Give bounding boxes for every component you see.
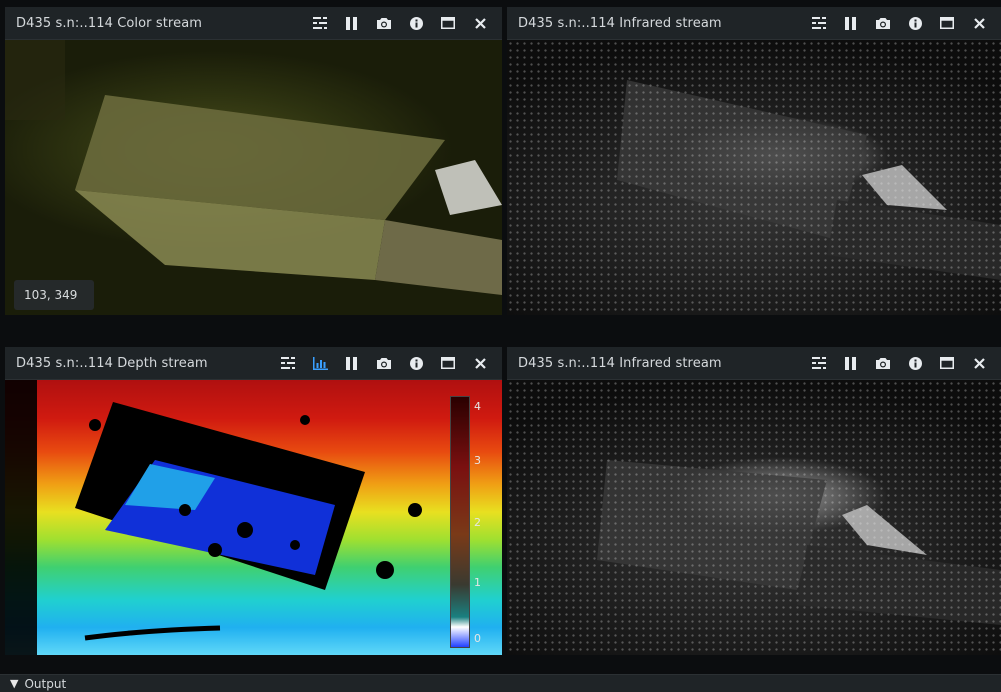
depth-colorbar: 4 3 2 1 0 <box>450 396 498 648</box>
infrared-stream-titlebar-bottom: D435 s.n:..114 Infrared stream <box>507 347 1001 380</box>
options-icon[interactable] <box>304 7 336 39</box>
depth-stream-titlebar: D435 s.n:..114 Depth stream <box>5 347 502 380</box>
colorbar-label: 0 <box>474 632 481 645</box>
depth-stream-panel: D435 s.n:..114 Depth stream 4 3 2 1 0 <box>5 347 502 655</box>
output-panel-header[interactable]: ▼ Output <box>0 674 1001 692</box>
pause-icon[interactable] <box>336 7 368 39</box>
colorbar-label: 3 <box>474 454 481 467</box>
depth-colorbar-gradient <box>450 396 470 648</box>
camera-icon[interactable] <box>368 347 400 379</box>
maximize-icon[interactable] <box>432 347 464 379</box>
info-icon[interactable] <box>400 7 432 39</box>
colorbar-label: 1 <box>474 576 481 589</box>
metadata-chart-icon[interactable] <box>304 347 336 379</box>
infrared-stream-view-bottom[interactable] <box>507 380 1001 655</box>
color-stream-title: D435 s.n:..114 Color stream <box>16 15 203 31</box>
output-label: Output <box>24 676 67 691</box>
options-icon[interactable] <box>803 7 835 39</box>
infrared-stream-panel-bottom: D435 s.n:..114 Infrared stream <box>507 347 1001 655</box>
infrared-stream-titlebar-top: D435 s.n:..114 Infrared stream <box>507 7 1001 40</box>
depth-scene <box>5 380 422 655</box>
maximize-icon[interactable] <box>931 7 963 39</box>
pixel-coordinate-readout: 103, 349 <box>14 280 94 310</box>
infrared-stream-view-top[interactable] <box>507 40 1001 315</box>
options-icon[interactable] <box>803 347 835 379</box>
infrared-stream-title-bottom: D435 s.n:..114 Infrared stream <box>518 355 722 371</box>
colorbar-label: 4 <box>474 400 481 413</box>
options-icon[interactable] <box>272 347 304 379</box>
infrared-dot-pattern <box>507 40 1001 315</box>
color-stream-view[interactable]: 103, 349 <box>5 40 502 315</box>
infrared-stream-title-top: D435 s.n:..114 Infrared stream <box>518 15 722 31</box>
pause-icon[interactable] <box>835 7 867 39</box>
camera-icon[interactable] <box>867 7 899 39</box>
collapse-arrow-icon[interactable]: ▼ <box>10 677 18 690</box>
color-scene <box>5 40 502 295</box>
depth-stream-view[interactable]: 4 3 2 1 0 <box>5 380 502 655</box>
close-icon[interactable] <box>963 347 995 379</box>
info-icon[interactable] <box>899 347 931 379</box>
close-icon[interactable] <box>464 7 496 39</box>
maximize-icon[interactable] <box>432 7 464 39</box>
pause-icon[interactable] <box>835 347 867 379</box>
colorbar-label: 2 <box>474 516 481 529</box>
close-icon[interactable] <box>464 347 496 379</box>
info-icon[interactable] <box>899 7 931 39</box>
close-icon[interactable] <box>963 7 995 39</box>
pause-icon[interactable] <box>336 347 368 379</box>
color-stream-titlebar: D435 s.n:..114 Color stream <box>5 7 502 40</box>
infrared-stream-panel-top: D435 s.n:..114 Infrared stream <box>507 7 1001 315</box>
camera-icon[interactable] <box>867 347 899 379</box>
info-icon[interactable] <box>400 347 432 379</box>
depth-stream-title: D435 s.n:..114 Depth stream <box>16 355 208 371</box>
color-stream-panel: D435 s.n:..114 Color stream 103, 349 <box>5 7 502 315</box>
maximize-icon[interactable] <box>931 347 963 379</box>
infrared-dot-pattern <box>507 380 1001 655</box>
camera-icon[interactable] <box>368 7 400 39</box>
